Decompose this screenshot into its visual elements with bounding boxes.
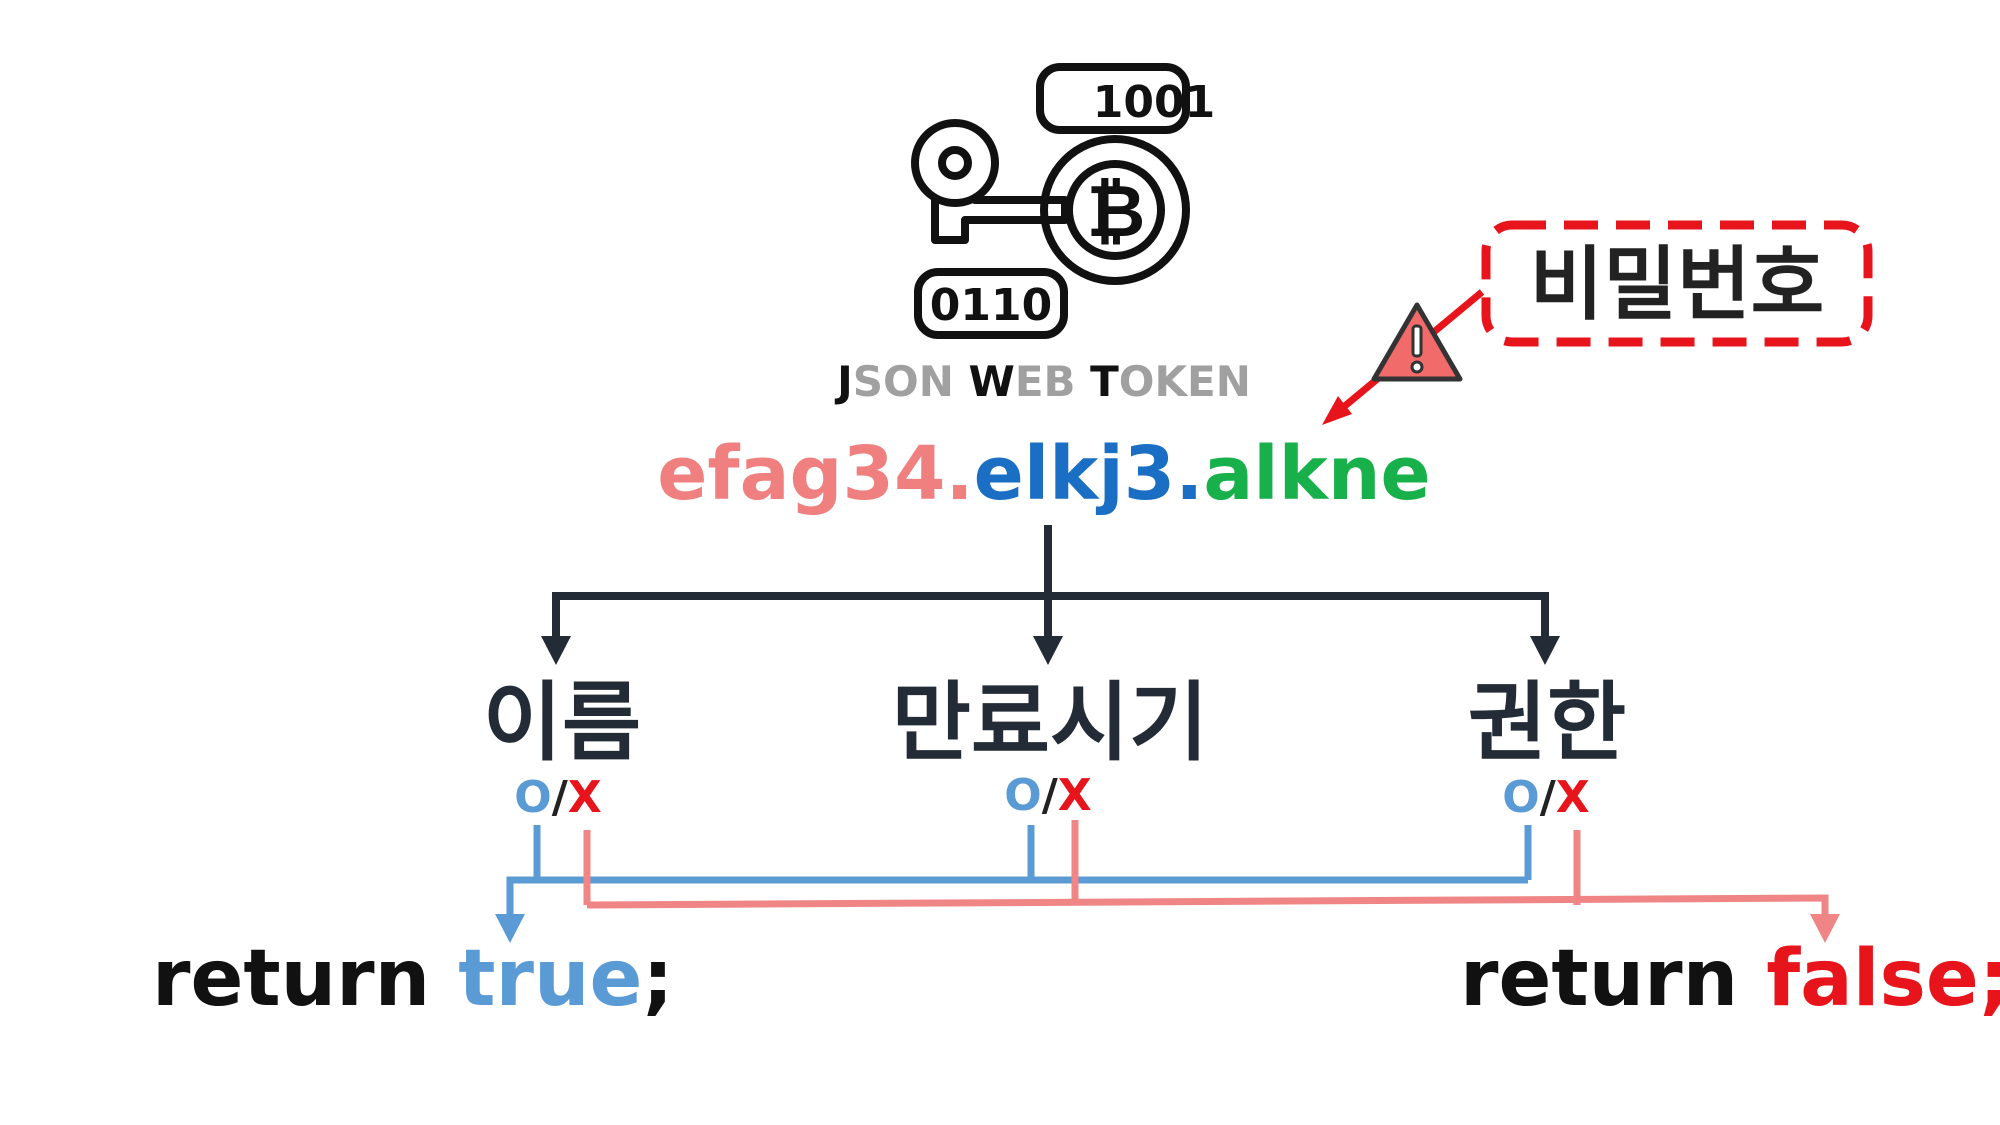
return-false-value: false; <box>1766 934 2000 1024</box>
return-true-value: true <box>458 934 642 1024</box>
jwt-validation-diagram: 1001 0110 ₿ JSON WEB TOKEN 비밀번호 efag34.e… <box>152 63 2000 1024</box>
false-path-connector <box>583 820 1829 918</box>
claim-name-label: 이름 <box>483 673 641 773</box>
secret-label: 비밀번호 <box>1530 238 1824 331</box>
claim-name-check: O/X <box>514 772 601 823</box>
caption-eb: EB <box>1015 357 1090 406</box>
tree-arrowheads <box>541 636 1560 665</box>
return-false-statement: return false; <box>1460 934 2000 1024</box>
return-true-semicolon: ; <box>642 934 673 1024</box>
caption-t: T <box>1090 357 1119 406</box>
claim-role-check: O/X <box>1502 772 1589 823</box>
claims-tree-connector <box>552 525 1549 640</box>
return-false-keyword: return <box>1460 934 1738 1024</box>
logo-caption: JSON WEB TOKEN <box>834 357 1251 406</box>
arrow-to-expiry <box>1033 636 1063 665</box>
warning-triangle-icon <box>1371 302 1463 382</box>
return-true-statement: return true; <box>152 934 674 1024</box>
token-header: efag34. <box>657 431 973 517</box>
token-payload: elkj3. <box>974 431 1204 517</box>
caption-w: W <box>968 357 1014 406</box>
key-hole <box>938 146 972 180</box>
token-signature: alkne <box>1203 431 1430 517</box>
token-string: efag34.elkj3.alkne <box>657 431 1431 517</box>
caption-oken: OKEN <box>1119 357 1251 406</box>
claim-expiry-check: O/X <box>1004 770 1091 821</box>
caption-j: J <box>834 357 853 406</box>
binary-top-text: 1001 <box>1093 77 1215 128</box>
binary-bottom-text: 0110 <box>930 280 1052 331</box>
key-head <box>911 119 999 207</box>
return-true-keyword: return <box>152 934 430 1024</box>
arrow-to-name <box>541 636 571 665</box>
caption-son: SON <box>853 357 969 406</box>
coin-symbol: ₿ <box>1087 169 1146 253</box>
claim-expiry-label: 만료시기 <box>892 673 1208 773</box>
arrow-to-role <box>1530 636 1560 665</box>
claim-role-label: 권한 <box>1468 673 1626 773</box>
